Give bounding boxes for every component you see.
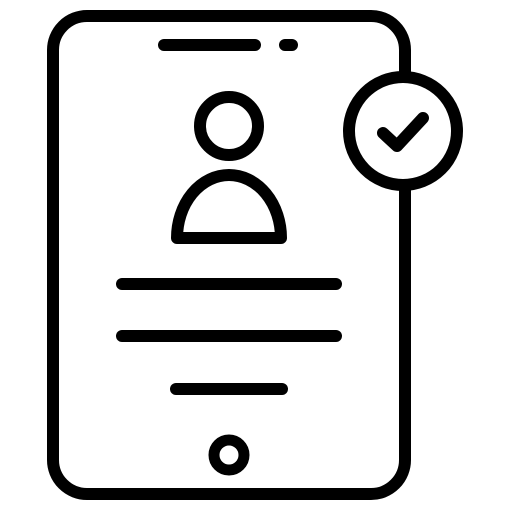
home-button-icon bbox=[208, 434, 250, 476]
user-avatar-head-icon bbox=[194, 91, 264, 161]
user-avatar-body-icon bbox=[171, 169, 287, 244]
verified-user-profile-tablet-icon bbox=[47, 10, 463, 500]
tablet-body-icon bbox=[47, 10, 411, 500]
icon-canvas bbox=[0, 0, 512, 512]
